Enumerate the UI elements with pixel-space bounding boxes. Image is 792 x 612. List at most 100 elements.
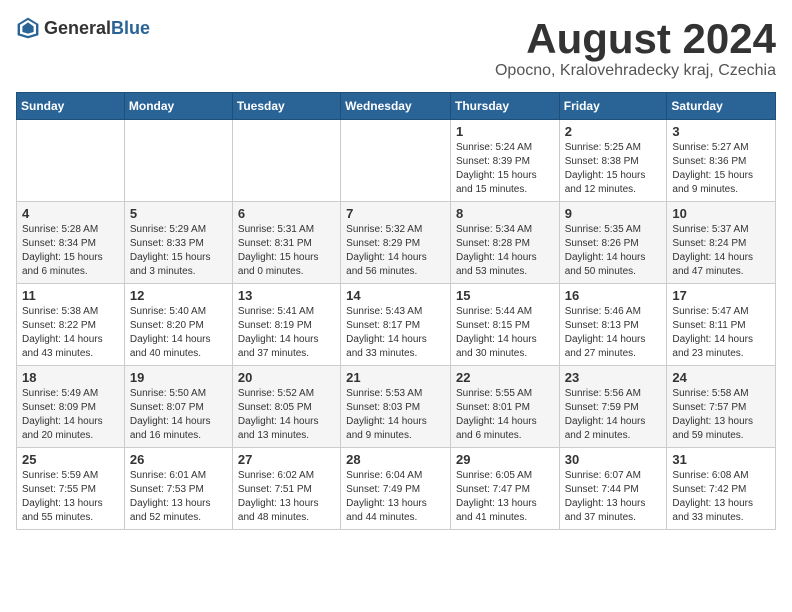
day-cell: 4 Sunrise: 5:28 AM Sunset: 8:34 PM Daylig… [17,202,125,284]
day-number: 24 [672,370,770,385]
day-cell [17,120,125,202]
week-row-1: 1 Sunrise: 5:24 AM Sunset: 8:39 PM Daylig… [17,120,776,202]
calendar-table: SundayMondayTuesdayWednesdayThursdayFrid… [16,92,776,530]
weekday-header-wednesday: Wednesday [341,93,451,120]
day-cell: 6 Sunrise: 5:31 AM Sunset: 8:31 PM Daylig… [232,202,340,284]
day-info: Sunrise: 5:46 AM Sunset: 8:13 PM Dayligh… [565,305,662,361]
calendar-body: 1 Sunrise: 5:24 AM Sunset: 8:39 PM Daylig… [17,120,776,530]
day-info: Sunrise: 5:44 AM Sunset: 8:15 PM Dayligh… [456,305,554,361]
day-info: Sunrise: 5:28 AM Sunset: 8:34 PM Dayligh… [22,223,119,279]
day-info: Sunrise: 5:50 AM Sunset: 8:07 PM Dayligh… [130,387,227,443]
day-cell: 17 Sunrise: 5:47 AM Sunset: 8:11 PM Dayli… [667,284,776,366]
day-info: Sunrise: 5:32 AM Sunset: 8:29 PM Dayligh… [346,223,445,279]
day-info: Sunrise: 5:49 AM Sunset: 8:09 PM Dayligh… [22,387,119,443]
day-info: Sunrise: 5:29 AM Sunset: 8:33 PM Dayligh… [130,223,227,279]
day-cell: 30 Sunrise: 6:07 AM Sunset: 7:44 PM Dayli… [559,448,667,530]
day-number: 7 [346,206,445,221]
weekday-header-tuesday: Tuesday [232,93,340,120]
day-info: Sunrise: 5:25 AM Sunset: 8:38 PM Dayligh… [565,141,662,197]
week-row-2: 4 Sunrise: 5:28 AM Sunset: 8:34 PM Daylig… [17,202,776,284]
weekday-header-friday: Friday [559,93,667,120]
day-info: Sunrise: 6:01 AM Sunset: 7:53 PM Dayligh… [130,469,227,525]
day-number: 11 [22,288,119,303]
day-info: Sunrise: 5:27 AM Sunset: 8:36 PM Dayligh… [672,141,770,197]
weekday-header-thursday: Thursday [450,93,559,120]
day-number: 19 [130,370,227,385]
day-cell: 8 Sunrise: 5:34 AM Sunset: 8:28 PM Daylig… [450,202,559,284]
day-info: Sunrise: 5:24 AM Sunset: 8:39 PM Dayligh… [456,141,554,197]
weekday-header-row: SundayMondayTuesdayWednesdayThursdayFrid… [17,93,776,120]
logo-icon [16,16,40,40]
weekday-header-saturday: Saturday [667,93,776,120]
day-cell: 10 Sunrise: 5:37 AM Sunset: 8:24 PM Dayli… [667,202,776,284]
day-info: Sunrise: 5:35 AM Sunset: 8:26 PM Dayligh… [565,223,662,279]
day-cell: 20 Sunrise: 5:52 AM Sunset: 8:05 PM Dayli… [232,366,340,448]
day-number: 31 [672,452,770,467]
day-cell [232,120,340,202]
day-number: 10 [672,206,770,221]
day-number: 3 [672,124,770,139]
day-cell [124,120,232,202]
day-number: 9 [565,206,662,221]
week-row-3: 11 Sunrise: 5:38 AM Sunset: 8:22 PM Dayli… [17,284,776,366]
day-number: 20 [238,370,335,385]
day-number: 5 [130,206,227,221]
day-cell: 22Sunrise: 5:55 AM Sunset: 8:01 PM Dayli… [450,366,559,448]
day-number: 15 [456,288,554,303]
day-cell: 9 Sunrise: 5:35 AM Sunset: 8:26 PM Daylig… [559,202,667,284]
day-cell: 21Sunrise: 5:53 AM Sunset: 8:03 PM Dayli… [341,366,451,448]
day-info: Sunrise: 5:47 AM Sunset: 8:11 PM Dayligh… [672,305,770,361]
day-number: 1 [456,124,554,139]
day-cell: 12Sunrise: 5:40 AM Sunset: 8:20 PM Dayli… [124,284,232,366]
day-cell [341,120,451,202]
day-number: 26 [130,452,227,467]
day-cell: 11 Sunrise: 5:38 AM Sunset: 8:22 PM Dayli… [17,284,125,366]
day-cell: 15 Sunrise: 5:44 AM Sunset: 8:15 PM Dayli… [450,284,559,366]
day-cell: 28Sunrise: 6:04 AM Sunset: 7:49 PM Dayli… [341,448,451,530]
day-info: Sunrise: 5:58 AM Sunset: 7:57 PM Dayligh… [672,387,770,443]
day-cell: 26 Sunrise: 6:01 AM Sunset: 7:53 PM Dayli… [124,448,232,530]
day-cell: 29 Sunrise: 6:05 AM Sunset: 7:47 PM Dayli… [450,448,559,530]
day-cell: 25Sunrise: 5:59 AM Sunset: 7:55 PM Dayli… [17,448,125,530]
day-number: 6 [238,206,335,221]
day-number: 22 [456,370,554,385]
logo: GeneralBlue [16,16,150,40]
day-number: 17 [672,288,770,303]
week-row-5: 25Sunrise: 5:59 AM Sunset: 7:55 PM Dayli… [17,448,776,530]
calendar-title: August 2024 [495,16,776,62]
day-info: Sunrise: 5:43 AM Sunset: 8:17 PM Dayligh… [346,305,445,361]
page-header: GeneralBlue August 2024 Opocno, Kraloveh… [16,16,776,80]
day-number: 14 [346,288,445,303]
day-number: 28 [346,452,445,467]
day-cell: 19 Sunrise: 5:50 AM Sunset: 8:07 PM Dayli… [124,366,232,448]
day-number: 21 [346,370,445,385]
day-cell: 18 Sunrise: 5:49 AM Sunset: 8:09 PM Dayli… [17,366,125,448]
day-cell: 24 Sunrise: 5:58 AM Sunset: 7:57 PM Dayli… [667,366,776,448]
day-number: 13 [238,288,335,303]
day-cell: 27Sunrise: 6:02 AM Sunset: 7:51 PM Dayli… [232,448,340,530]
day-info: Sunrise: 5:34 AM Sunset: 8:28 PM Dayligh… [456,223,554,279]
day-info: Sunrise: 6:07 AM Sunset: 7:44 PM Dayligh… [565,469,662,525]
day-number: 18 [22,370,119,385]
day-number: 29 [456,452,554,467]
day-info: Sunrise: 6:08 AM Sunset: 7:42 PM Dayligh… [672,469,770,525]
day-info: Sunrise: 5:59 AM Sunset: 7:55 PM Dayligh… [22,469,119,525]
weekday-header-sunday: Sunday [17,93,125,120]
day-number: 27 [238,452,335,467]
day-info: Sunrise: 5:52 AM Sunset: 8:05 PM Dayligh… [238,387,335,443]
day-info: Sunrise: 5:38 AM Sunset: 8:22 PM Dayligh… [22,305,119,361]
day-number: 16 [565,288,662,303]
day-cell: 5 Sunrise: 5:29 AM Sunset: 8:33 PM Daylig… [124,202,232,284]
day-number: 4 [22,206,119,221]
day-number: 2 [565,124,662,139]
day-number: 30 [565,452,662,467]
day-info: Sunrise: 6:05 AM Sunset: 7:47 PM Dayligh… [456,469,554,525]
day-number: 8 [456,206,554,221]
day-cell: 14 Sunrise: 5:43 AM Sunset: 8:17 PM Dayli… [341,284,451,366]
day-cell: 1 Sunrise: 5:24 AM Sunset: 8:39 PM Daylig… [450,120,559,202]
week-row-4: 18 Sunrise: 5:49 AM Sunset: 8:09 PM Dayli… [17,366,776,448]
day-info: Sunrise: 5:31 AM Sunset: 8:31 PM Dayligh… [238,223,335,279]
day-info: Sunrise: 5:37 AM Sunset: 8:24 PM Dayligh… [672,223,770,279]
day-cell: 3 Sunrise: 5:27 AM Sunset: 8:36 PM Daylig… [667,120,776,202]
day-cell: 16 Sunrise: 5:46 AM Sunset: 8:13 PM Dayli… [559,284,667,366]
